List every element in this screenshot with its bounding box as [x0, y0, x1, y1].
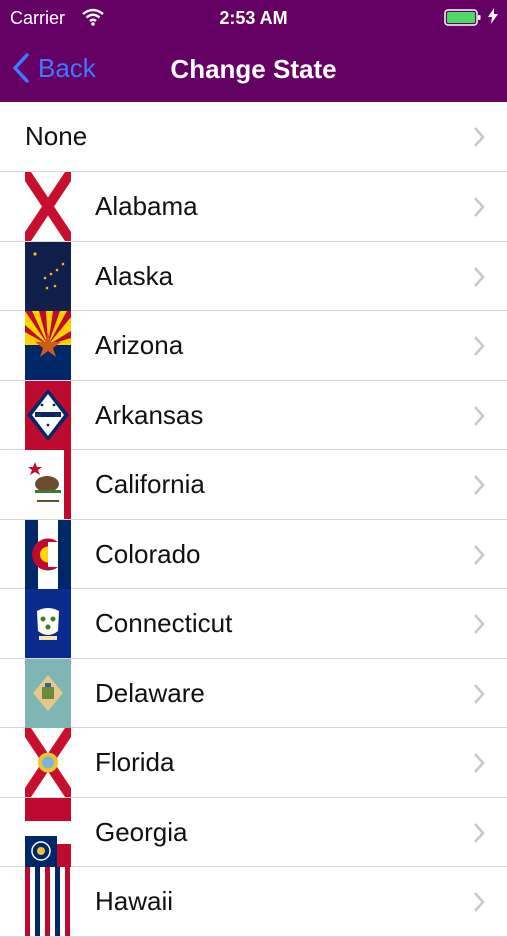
- list-item-arkansas[interactable]: Arkansas: [0, 380, 507, 450]
- list-item-georgia[interactable]: Georgia: [0, 797, 507, 867]
- list-item-connecticut[interactable]: Connecticut: [0, 589, 507, 659]
- battery-icon: [444, 9, 481, 26]
- status-bar: Carrier 2:53 AM: [0, 0, 507, 34]
- chevron-right-icon: [474, 336, 485, 356]
- arkansas-flag-icon: [25, 380, 71, 450]
- list-item-label: Florida: [95, 747, 175, 777]
- list-item-label: Arkansas: [95, 399, 204, 430]
- list-item-california[interactable]: California: [0, 450, 507, 520]
- page-title: Change State: [170, 54, 337, 84]
- colorado-flag-icon: [25, 519, 71, 589]
- chevron-right-icon: [474, 753, 485, 773]
- list-item-label: Alabama: [95, 191, 198, 221]
- chevron-right-icon: [474, 405, 485, 426]
- hawaii-flag-icon: [25, 867, 71, 936]
- list-item-arizona[interactable]: Arizona: [0, 311, 507, 381]
- list-item-label: Colorado: [95, 538, 201, 569]
- clock: 2:53 AM: [219, 8, 288, 28]
- alabama-flag-icon: [25, 172, 71, 241]
- chevron-right-icon: [474, 544, 485, 565]
- arizona-flag-icon: [25, 311, 71, 380]
- list-item-hawaii[interactable]: Hawaii: [0, 867, 507, 937]
- list-item-colorado[interactable]: Colorado: [0, 519, 507, 589]
- list-item-alaska[interactable]: Alaska: [0, 241, 507, 311]
- california-flag-icon: [25, 450, 71, 519]
- georgia-flag-icon: [25, 797, 71, 867]
- list-item-delaware[interactable]: Delaware: [0, 658, 507, 728]
- alaska-flag-icon: [25, 241, 71, 311]
- delaware-flag-icon: [25, 658, 71, 728]
- list-item-label: Connecticut: [95, 608, 233, 638]
- chevron-right-icon: [474, 475, 485, 495]
- chevron-right-icon: [474, 614, 485, 634]
- charging-icon: [488, 8, 498, 29]
- connecticut-flag-icon: [25, 589, 71, 658]
- chevron-right-icon: [474, 266, 485, 287]
- list-item-florida[interactable]: Florida: [0, 728, 507, 798]
- chevron-right-icon: [474, 822, 485, 843]
- chevron-right-icon: [474, 127, 485, 147]
- list-item-none[interactable]: None: [0, 102, 507, 172]
- chevron-right-icon: [474, 892, 485, 912]
- list-item-label: Georgia: [95, 816, 188, 847]
- list-item-label: None: [25, 121, 88, 151]
- list-item-alabama[interactable]: Alabama: [0, 172, 507, 242]
- list-item-label: California: [95, 469, 205, 499]
- state-list: None Alabama Alaska Arizona Arkansas Cal…: [0, 102, 507, 937]
- list-item-label: Alaska: [95, 260, 174, 291]
- list-item-label: Arizona: [95, 330, 184, 360]
- navigation-bar: Back Change State: [0, 34, 507, 102]
- list-item-label: Delaware: [95, 677, 205, 708]
- chevron-right-icon: [474, 197, 485, 217]
- list-item-label: Hawaii: [95, 886, 174, 916]
- chevron-right-icon: [474, 683, 485, 704]
- florida-flag-icon: [25, 728, 71, 797]
